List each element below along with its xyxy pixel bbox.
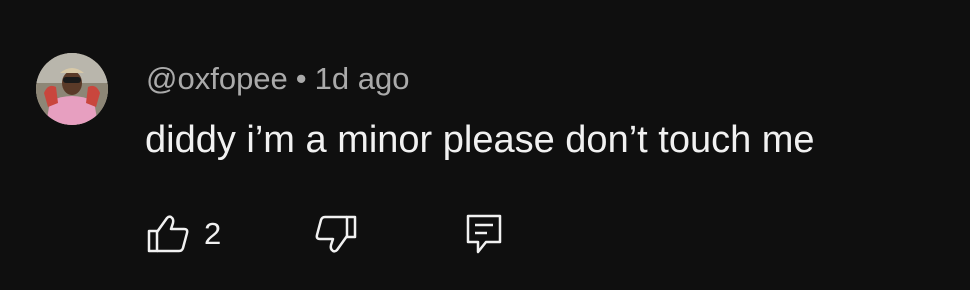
thumbs-up-icon <box>147 215 189 253</box>
thumbs-down-icon <box>315 215 357 253</box>
avatar-image <box>36 53 108 125</box>
timestamp: 1d ago <box>314 61 410 96</box>
avatar[interactable] <box>36 53 108 125</box>
dislike-button[interactable] <box>314 210 358 258</box>
reply-button[interactable] <box>464 210 504 258</box>
like-button[interactable]: 2 <box>146 210 221 258</box>
reply-comment-icon <box>466 214 502 254</box>
author-handle[interactable]: @oxfopee <box>146 61 288 96</box>
comment-meta: @oxfopee • 1d ago <box>146 58 409 100</box>
like-count: 2 <box>204 216 222 251</box>
comment-text: diddy i’m a minor please don’t touch me <box>145 119 815 161</box>
separator-dot: • <box>295 61 307 96</box>
comment-item: @oxfopee • 1d ago diddy i’m a minor please… <box>0 0 970 290</box>
